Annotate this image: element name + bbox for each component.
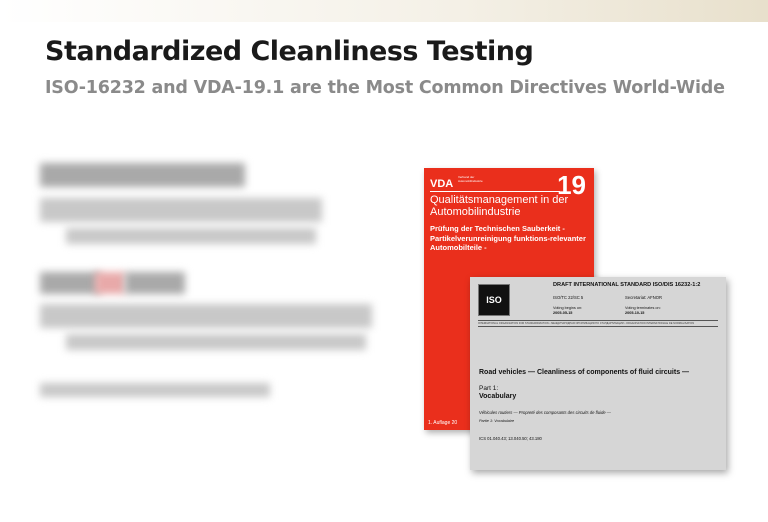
iso-part-fr: Partie 1: Vocabulaire: [479, 419, 515, 423]
slide-header-band: [0, 0, 768, 22]
vda-edition: 1. Auflage 20: [428, 420, 458, 426]
vda-logo: VDA: [430, 178, 454, 190]
iso-committee: ISO/TC 22/SC 5: [553, 295, 584, 300]
iso-part: Part 1:: [479, 385, 499, 392]
iso-status: DRAFT INTERNATIONAL STANDARD ISO/DIS 162…: [553, 282, 701, 288]
iso-org-line: INTERNATIONAL ORGANIZATION FOR STANDARDI…: [478, 322, 695, 325]
iso-logo: ISO: [478, 284, 510, 316]
iso-rule-top: [478, 320, 718, 321]
iso-secretariat: Secretariat: AFNOR: [625, 295, 663, 300]
iso-16232-cover: ISO DRAFT INTERNATIONAL STANDARD ISO/DIS…: [470, 277, 726, 470]
iso-rule-bottom: [478, 326, 718, 327]
vda-divider: [430, 191, 560, 192]
iso-voting-ends: Voting terminates on: 2005-10-15: [625, 306, 661, 315]
iso-title: Road vehicles — Cleanliness of component…: [479, 369, 690, 376]
vda-heading: Qualitätsmanagement in der Automobilindu…: [430, 194, 569, 218]
slide-title: Standardized Cleanliness Testing: [45, 36, 534, 67]
vda-subheading: Prüfung der Technischen Sauberkeit - Par…: [430, 224, 586, 252]
iso-part-title: Vocabulary: [479, 393, 517, 400]
vda-logo-subtext: Verband der Automobilindustrie: [458, 175, 483, 183]
slide-subtitle: ISO-16232 and VDA-19.1 are the Most Comm…: [45, 78, 725, 98]
iso-title-fr: Véhicules routiers — Propreté des compos…: [479, 410, 611, 415]
iso-ics: ICS 01.040.43; 13.040.50; 43.180: [479, 436, 542, 441]
iso-voting-begins: Voting begins on: 2005-05-15: [553, 306, 583, 315]
